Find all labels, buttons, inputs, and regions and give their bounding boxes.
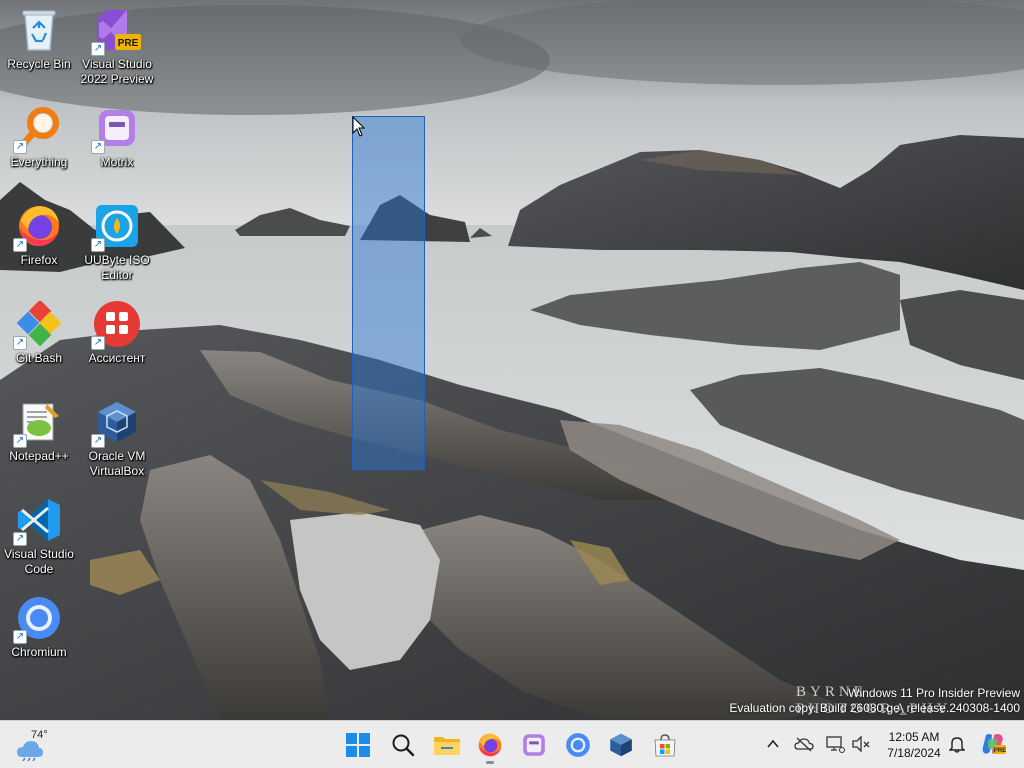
desktop-icon-label: Notepad++: [9, 449, 69, 463]
store-icon: [654, 734, 676, 757]
show-hidden-icons-button[interactable]: [762, 733, 784, 755]
assistant-icon: ↗: [91, 300, 141, 350]
taskbar-firefox[interactable]: [470, 725, 510, 765]
chevron-up-icon: [767, 739, 779, 748]
desktop-icon-label: UUByte ISO Editor: [84, 253, 150, 282]
chromium-icon: ↗: [13, 594, 63, 644]
shortcut-arrow-icon: ↗: [13, 434, 27, 448]
notification-center-button[interactable]: [946, 733, 968, 755]
taskbar-chromium[interactable]: [558, 725, 598, 765]
shortcut-arrow-icon: ↗: [91, 42, 105, 56]
chromium-icon: [566, 733, 590, 757]
volume-muted-icon: [852, 735, 870, 753]
desktop-icon-motrix[interactable]: ↗ Motrix: [78, 104, 156, 170]
running-indicator: [486, 761, 494, 764]
mouse-pointer-icon: [352, 116, 366, 137]
taskbar-file-explorer[interactable]: [427, 725, 467, 765]
git-bash-icon: ↗: [13, 300, 63, 350]
taskbar-search-button[interactable]: [383, 725, 423, 765]
watermark-line-1: Windows 11 Pro Insider Preview: [848, 686, 1020, 700]
weather-temperature: 74°: [31, 729, 48, 741]
desktop-icon-vscode[interactable]: ↗ Visual Studio Code: [0, 496, 78, 577]
weather-widget[interactable]: 74°: [16, 729, 56, 761]
uubyte-iso-editor-icon: ↗: [91, 202, 141, 252]
visual-studio-preview-icon: PRE ↗: [91, 6, 141, 56]
shortcut-arrow-icon: ↗: [13, 140, 27, 154]
shortcut-arrow-icon: ↗: [13, 630, 27, 644]
desktop-icon-visual-studio-preview[interactable]: PRE ↗ Visual Studio 2022 Preview: [78, 6, 156, 87]
shortcut-arrow-icon: ↗: [13, 336, 27, 350]
shortcut-arrow-icon: ↗: [13, 532, 27, 546]
desktop-icon-label: Visual Studio 2022 Preview: [80, 57, 154, 86]
svg-text:PRE: PRE: [994, 748, 1006, 754]
vscode-icon: ↗: [13, 496, 63, 546]
taskbar-clock[interactable]: 12:05 AM 7/18/2024: [878, 729, 950, 761]
desktop-icon-everything[interactable]: ↗ Everything: [0, 104, 78, 170]
watermark-line-2: Evaluation copy. Build 26080.ge_release.…: [729, 701, 1020, 715]
motrix-icon: [523, 734, 545, 756]
desktop-icon-label: Motrix: [100, 155, 134, 169]
desktop-icon-label: Oracle VM VirtualBox: [88, 449, 146, 478]
copilot-icon: PRE: [982, 734, 1006, 754]
desktop-icon-recycle-bin[interactable]: Recycle Bin: [0, 6, 78, 72]
firefox-icon: [478, 733, 502, 757]
desktop-icon-label: Everything: [10, 155, 68, 169]
desktop-icon-uubyte-iso-editor[interactable]: ↗ UUByte ISO Editor: [78, 202, 156, 283]
clock-time: 12:05 AM: [888, 730, 940, 744]
onedrive-offline-icon: [794, 737, 814, 752]
desktop-icon-firefox[interactable]: ↗ Firefox: [0, 202, 78, 268]
copilot-button[interactable]: PRE: [980, 731, 1006, 757]
desktop-icon-label: Git Bash: [15, 351, 63, 365]
shortcut-arrow-icon: ↗: [91, 140, 105, 154]
shortcut-arrow-icon: ↗: [91, 336, 105, 350]
bell-icon: [949, 737, 965, 753]
start-button[interactable]: [338, 725, 378, 765]
desktop-icon-notepad-plus-plus[interactable]: ↗ Notepad++: [0, 398, 78, 464]
windows-evaluation-watermark: Windows 11 Pro Insider Preview Evaluatio…: [729, 686, 1020, 716]
desktop-icon-chromium[interactable]: ↗ Chromium: [0, 594, 78, 660]
file-explorer-icon: [434, 737, 460, 755]
windows-start-icon: [346, 733, 370, 757]
taskbar-microsoft-store[interactable]: [645, 725, 685, 765]
taskbar: 74° 12:05 AM 7/18/2024 PRE: [0, 720, 1024, 768]
tray-volume[interactable]: [850, 733, 872, 755]
desktop-icon-label: Ассистент: [88, 351, 146, 365]
motrix-icon: ↗: [91, 104, 141, 154]
desktop-icon-label: Recycle Bin: [7, 57, 71, 71]
network-icon: [826, 736, 845, 753]
everything-search-icon: ↗: [13, 104, 63, 154]
taskbar-virtualbox[interactable]: [601, 725, 641, 765]
tray-network[interactable]: [824, 733, 846, 755]
firefox-icon: ↗: [13, 202, 63, 252]
taskbar-motrix[interactable]: [514, 725, 554, 765]
desktop-icon-label: Visual Studio Code: [4, 547, 74, 576]
shortcut-arrow-icon: ↗: [91, 238, 105, 252]
virtualbox-icon: [610, 733, 632, 757]
shortcut-arrow-icon: ↗: [91, 434, 105, 448]
drag-selection-rectangle: [352, 116, 425, 470]
svg-text:PRE: PRE: [118, 38, 139, 49]
clock-date: 7/18/2024: [887, 746, 941, 760]
desktop-icon-virtualbox[interactable]: ↗ Oracle VM VirtualBox: [78, 398, 156, 479]
desktop-icon-git-bash[interactable]: ↗ Git Bash: [0, 300, 78, 366]
desktop-icon-label: Firefox: [20, 253, 58, 267]
desktop-icon-assistant[interactable]: ↗ Ассистент: [78, 300, 156, 366]
notepad-plus-plus-icon: ↗: [13, 398, 63, 448]
desktop-icon-label: Chromium: [11, 645, 67, 659]
tray-onedrive[interactable]: [793, 733, 815, 755]
virtualbox-icon: ↗: [91, 398, 141, 448]
search-icon: [392, 734, 415, 757]
recycle-bin-icon: [15, 6, 63, 54]
shortcut-arrow-icon: ↗: [13, 238, 27, 252]
